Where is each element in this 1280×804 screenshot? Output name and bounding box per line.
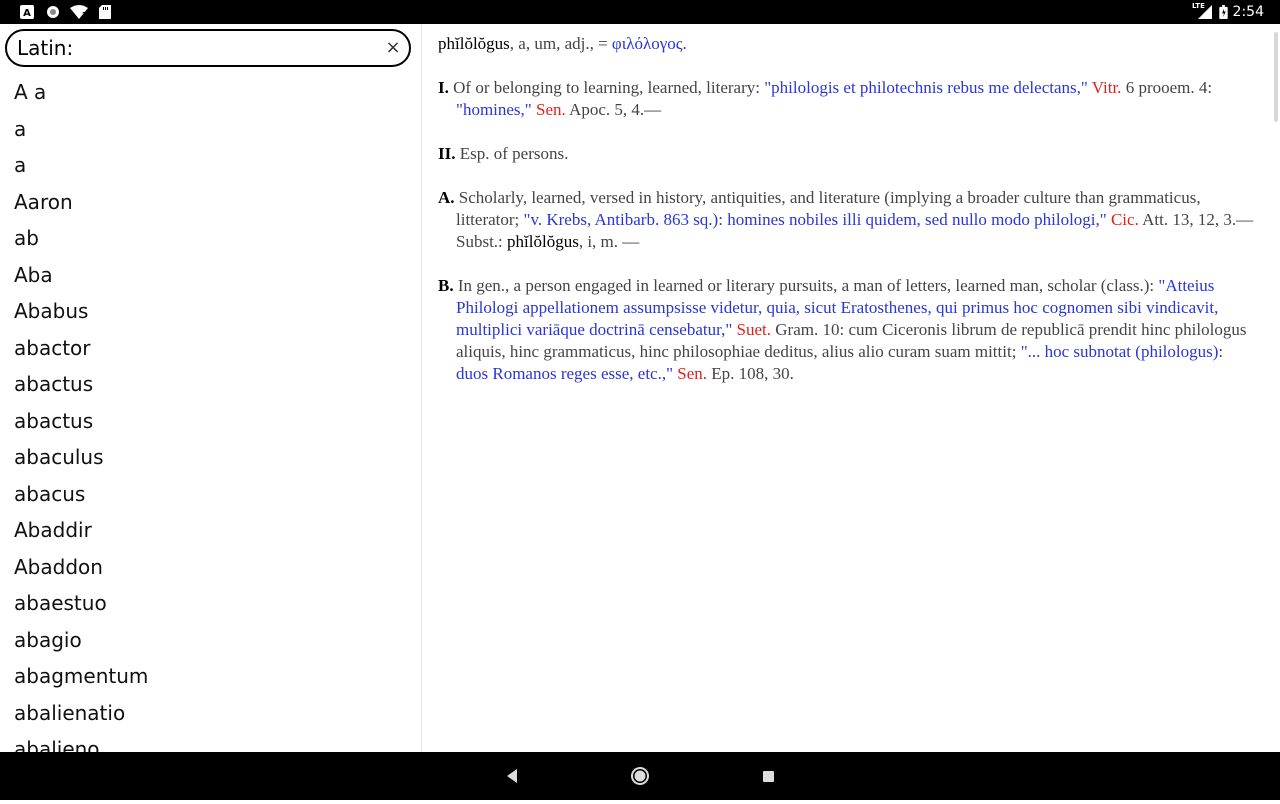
signal-icon bbox=[1198, 5, 1212, 19]
quotation: "homines," bbox=[456, 100, 532, 119]
home-icon bbox=[631, 767, 649, 785]
sense-number: A. bbox=[438, 188, 455, 207]
list-item[interactable]: Aba bbox=[0, 257, 421, 294]
sense-number: II. bbox=[438, 144, 456, 163]
citation-text: 6 prooem. 4: bbox=[1121, 78, 1213, 97]
list-item[interactable]: abagmentum bbox=[0, 658, 421, 695]
app-a-icon: A bbox=[20, 5, 34, 19]
grammar-note: , a, um, adj., = bbox=[509, 34, 612, 53]
quotation: "v. Krebs, Antibarb. 863 sq.): homines n… bbox=[523, 210, 1107, 229]
word-list[interactable]: A a a a Aaron ab Aba Ababus abactor abac… bbox=[0, 74, 421, 752]
list-item[interactable]: a bbox=[0, 111, 421, 148]
status-time: 2:54 bbox=[1232, 4, 1264, 20]
recents-icon bbox=[763, 771, 774, 782]
sense-number: B. bbox=[438, 276, 454, 295]
author-reference: Sen. bbox=[673, 364, 708, 383]
definition-text: Of or belonging to learning, learned, li… bbox=[448, 78, 765, 97]
citation-text: Apoc. 5, 4.— bbox=[565, 100, 662, 119]
sense-a: A. Scholarly, learned, versed in history… bbox=[438, 187, 1258, 253]
headword: phĭlŏlŏgus bbox=[507, 232, 579, 251]
citation-text: Ep. 108, 30. bbox=[707, 364, 794, 383]
definition-text: Esp. of persons. bbox=[455, 144, 569, 163]
dictionary-entry: phĭlŏlŏgus, a, um, adj., = φιλόλογος. I.… bbox=[438, 33, 1258, 407]
list-item[interactable]: Aaron bbox=[0, 184, 421, 221]
battery-icon bbox=[1219, 5, 1228, 19]
sense-1: I. Of or belonging to learning, learned,… bbox=[438, 77, 1258, 121]
recents-button[interactable] bbox=[738, 752, 798, 800]
list-item[interactable]: a bbox=[0, 147, 421, 184]
search-input[interactable] bbox=[17, 36, 377, 60]
svg-text:A: A bbox=[23, 8, 31, 19]
circle-app-icon bbox=[47, 6, 59, 18]
quotation: "philologis et philotechnis rebus me del… bbox=[764, 78, 1088, 97]
wifi-icon: ? bbox=[70, 5, 88, 19]
list-item[interactable]: Abaddir bbox=[0, 512, 421, 549]
navigation-bar bbox=[0, 752, 1280, 800]
sense-2: II. Esp. of persons. bbox=[438, 143, 1258, 165]
list-item[interactable]: abalienatio bbox=[0, 695, 421, 732]
scrollbar[interactable] bbox=[1274, 32, 1278, 122]
list-item[interactable]: A a bbox=[0, 74, 421, 111]
author-reference: Sen. bbox=[531, 100, 566, 119]
list-item[interactable]: abalieno bbox=[0, 731, 421, 752]
sense-b: B. In gen., a person engaged in learned … bbox=[438, 275, 1258, 385]
home-button[interactable] bbox=[610, 752, 670, 800]
back-icon bbox=[507, 769, 517, 783]
clear-search-button[interactable]: × bbox=[383, 38, 403, 58]
entry-headline: phĭlŏlŏgus, a, um, adj., = φιλόλογος. bbox=[438, 33, 1258, 55]
author-reference: Suet. bbox=[732, 320, 772, 339]
list-item[interactable]: abactus bbox=[0, 366, 421, 403]
list-item[interactable]: abaculus bbox=[0, 439, 421, 476]
status-bar: A ? LTE 2:54 bbox=[0, 0, 1280, 24]
sense-number: I. bbox=[438, 78, 449, 97]
search-box: × bbox=[5, 29, 411, 67]
back-button[interactable] bbox=[482, 752, 542, 800]
sd-card-icon bbox=[99, 5, 111, 19]
author-reference: Cic. bbox=[1106, 210, 1139, 229]
headword: phĭlŏlŏgus bbox=[438, 34, 510, 53]
word-list-panel: × A a a a Aaron ab Aba Ababus abactor ab… bbox=[0, 24, 422, 752]
author-reference: Vitr. bbox=[1087, 78, 1122, 97]
svg-text:?: ? bbox=[82, 11, 87, 19]
list-item[interactable]: Ababus bbox=[0, 293, 421, 330]
citation-text: , i, m. — bbox=[578, 232, 640, 251]
entry-panel[interactable]: phĭlŏlŏgus, a, um, adj., = φιλόλογος. I.… bbox=[422, 24, 1280, 752]
list-item[interactable]: ab bbox=[0, 220, 421, 257]
list-item[interactable]: abaestuo bbox=[0, 585, 421, 622]
close-icon: × bbox=[385, 37, 401, 58]
list-item[interactable]: abactor bbox=[0, 330, 421, 367]
list-item[interactable]: abagio bbox=[0, 622, 421, 659]
list-item[interactable]: abactus bbox=[0, 403, 421, 440]
list-item[interactable]: abacus bbox=[0, 476, 421, 513]
definition-text: In gen., a person engaged in learned or … bbox=[453, 276, 1159, 295]
greek-equivalent: φιλόλογος. bbox=[611, 34, 687, 53]
list-item[interactable]: Abaddon bbox=[0, 549, 421, 586]
